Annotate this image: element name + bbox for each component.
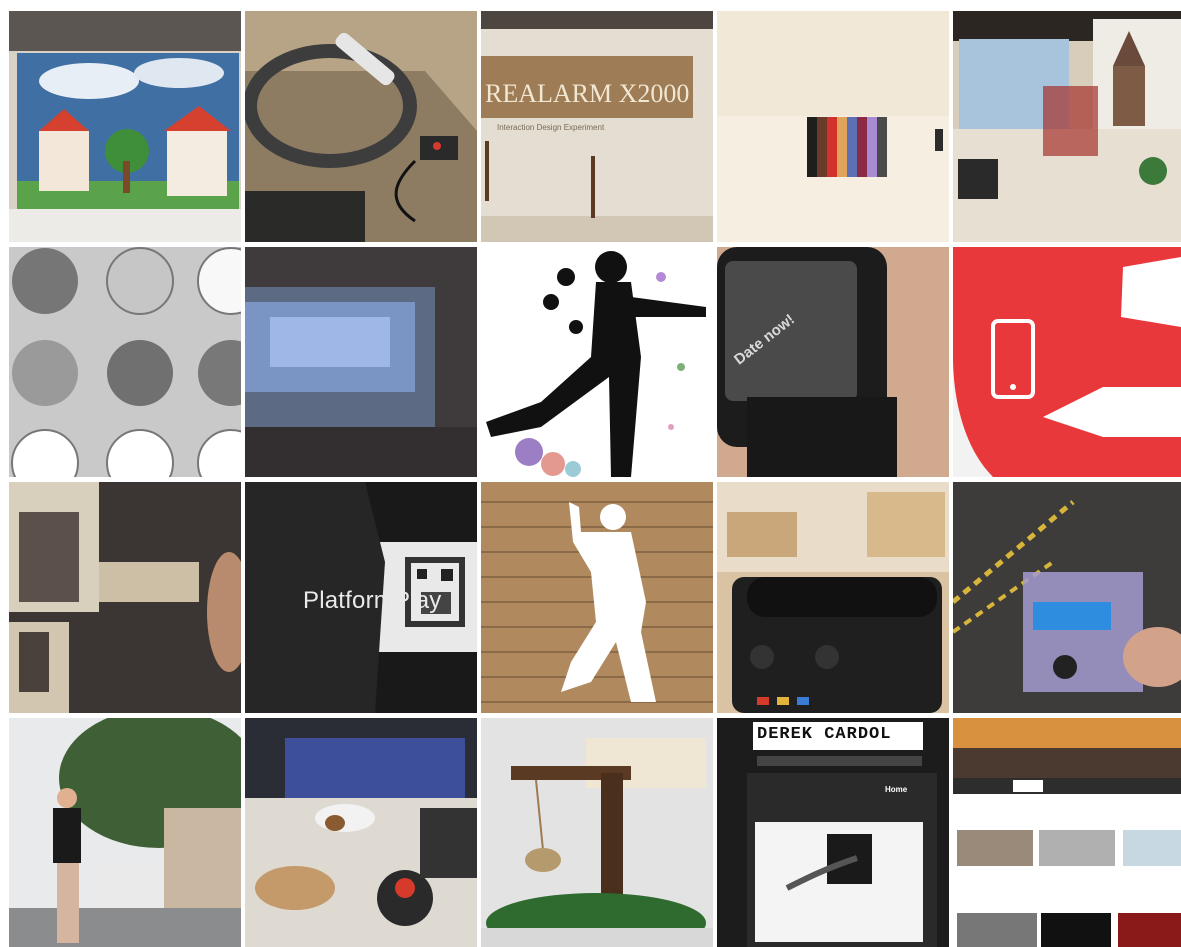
color-strips-image [717,11,949,242]
phone-arrows-image [953,247,1181,477]
tile-alarm-box[interactable]: REALARM X2000 Interaction Design Experim… [481,11,713,242]
sunset-website-image [953,718,1181,947]
lego-scene-image [953,11,1181,242]
tile-wood-gallows[interactable] [481,718,713,947]
tile-derek-cardol-site[interactable]: DEREK CARDOL Home [717,718,949,947]
alarm-box-image [481,11,713,242]
wooden-frames-image [9,482,241,713]
tile-street-person[interactable] [9,718,241,947]
tile-lcd-cube[interactable] [953,482,1181,713]
platform-play-image [245,482,477,713]
blue-projection-image [245,247,477,477]
silhouette-kick-image [481,247,713,477]
image-gallery-grid: REALARM X2000 Interaction Design Experim… [0,0,1181,947]
train-track-image [245,11,477,242]
tile-wooden-frames[interactable] [9,482,241,713]
tile-retro-phone[interactable] [717,482,949,713]
wood-gallows-image [481,718,713,947]
lcd-cube-image [953,482,1181,713]
tile-smartwatch[interactable]: Date now! [717,247,949,477]
derek-cardol-site-image [717,718,949,947]
tile-silhouette-kick[interactable] [481,247,713,477]
tile-train-track[interactable] [245,11,477,242]
house-model-image [9,11,241,242]
tile-sunset-website[interactable] [953,718,1181,947]
retro-phone-image [717,482,949,713]
tile-phone-arrows[interactable] [953,247,1181,477]
tile-color-strips[interactable] [717,11,949,242]
tile-platform-play[interactable]: PlatformPlay [245,482,477,713]
tile-brick-silhouette[interactable] [481,482,713,713]
brick-silhouette-image [481,482,713,713]
kitchen-table-image [245,718,477,947]
tile-lego-scene[interactable] [953,11,1181,242]
tile-circle-grid[interactable] [9,247,241,477]
tile-house-model[interactable] [9,11,241,242]
circle-grid-image [9,247,241,477]
tile-blue-projection[interactable] [245,247,477,477]
street-person-image [9,718,241,947]
smartwatch-image [717,247,949,477]
tile-kitchen-table[interactable] [245,718,477,947]
